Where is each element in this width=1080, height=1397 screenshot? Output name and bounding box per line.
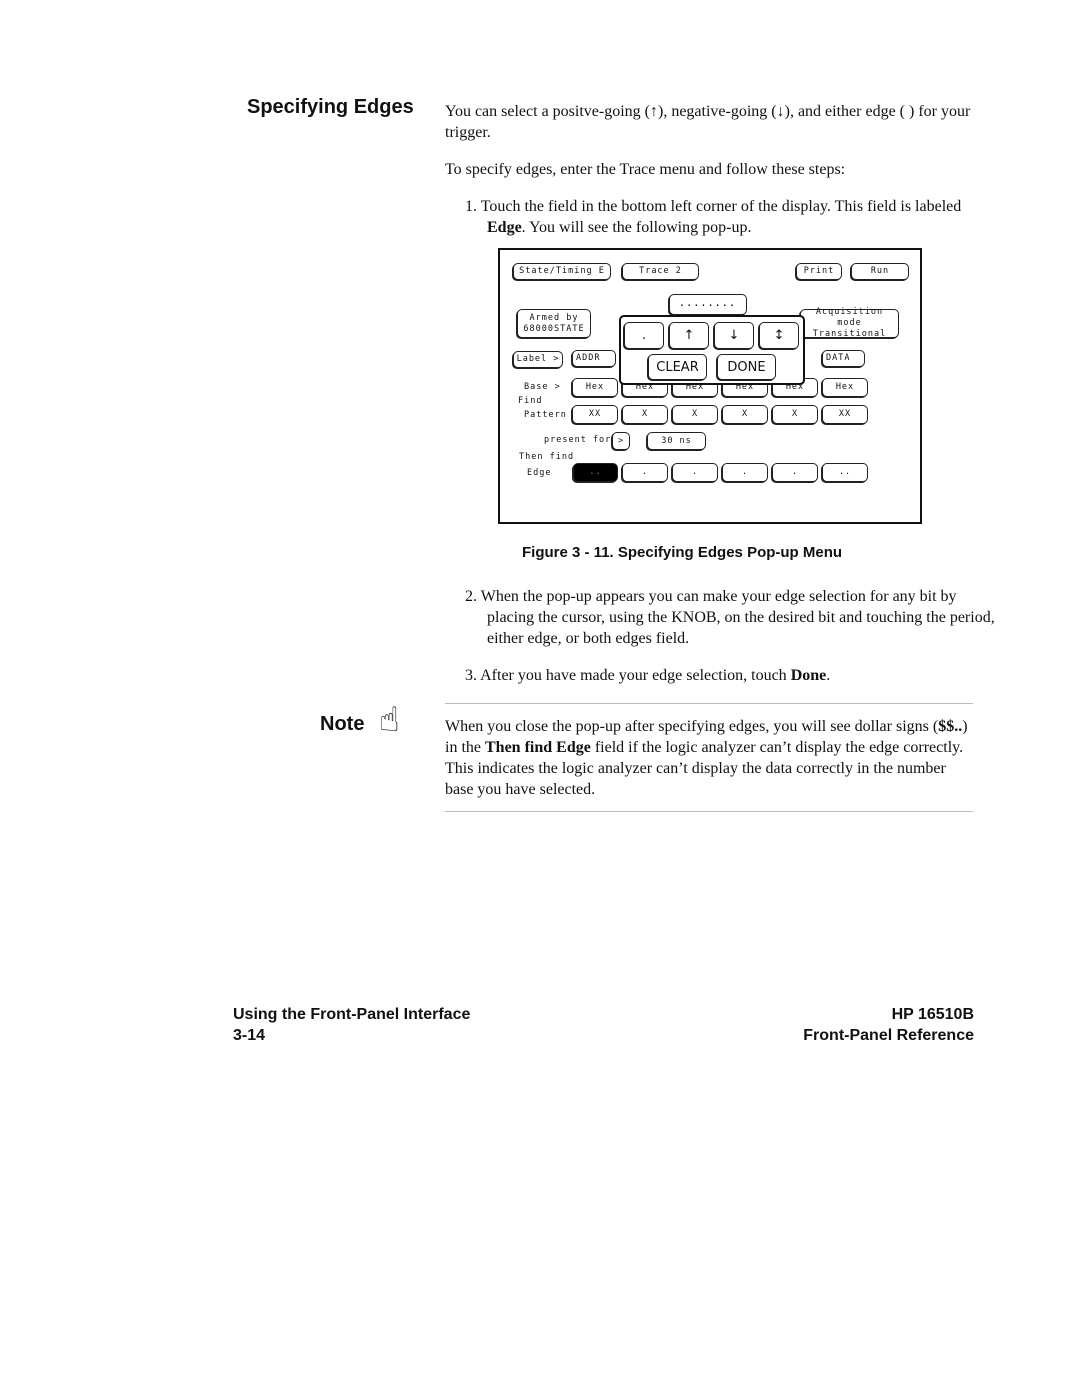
footer-product: HP 16510B — [891, 1006, 974, 1023]
pattern-field[interactable]: X — [622, 405, 668, 424]
clear-button[interactable]: CLEAR — [648, 354, 707, 380]
steps-intro: To specify edges, enter the Trace menu a… — [445, 161, 846, 178]
step-2: 2. When the pop-up appears you can make … — [465, 588, 995, 647]
document-page: Specifying Edges You can select a positv… — [0, 0, 1080, 1397]
pattern-field[interactable]: X — [672, 405, 718, 424]
note-label: Note — [320, 713, 365, 735]
intro-paragraph: You can select a positve-going (↑), nega… — [445, 103, 971, 141]
done-button[interactable]: DONE — [717, 354, 776, 380]
duration-field[interactable]: 30 ns — [647, 432, 706, 450]
edge-field-selected[interactable]: .. — [573, 463, 618, 482]
label-addr[interactable]: ADDR — [572, 350, 616, 367]
edge-bits-field[interactable]: ........ — [669, 294, 747, 315]
trace-button[interactable]: Trace 2 — [622, 263, 699, 280]
rising-edge-button[interactable]: ↑ — [669, 322, 709, 349]
state-timing-button[interactable]: State/Timing E — [513, 263, 611, 280]
present-for-label: present for — [544, 435, 612, 445]
pattern-field[interactable]: XX — [572, 405, 618, 424]
footer-chapter: Using the Front-Panel Interface — [233, 1006, 471, 1023]
print-button[interactable]: Print — [796, 263, 842, 280]
edge-field[interactable]: . — [722, 463, 768, 482]
divider — [445, 811, 973, 812]
note-text: When you close the pop-up after specifyi… — [445, 718, 968, 798]
present-operator-button[interactable]: > — [612, 432, 630, 450]
period-option-button[interactable]: . — [624, 322, 664, 349]
pointing-hand-icon: ☝ — [379, 700, 400, 740]
footer-manual: Front-Panel Reference — [803, 1027, 974, 1044]
either-edge-button[interactable]: ↕ — [759, 322, 799, 349]
run-button[interactable]: Run — [851, 263, 909, 280]
pattern-field[interactable]: XX — [822, 405, 868, 424]
label-button[interactable]: Label > — [513, 351, 563, 368]
falling-edge-button[interactable]: ↓ — [714, 322, 754, 349]
edge-label: Edge — [527, 468, 552, 478]
find-label: Find — [518, 396, 543, 406]
acquisition-mode-button[interactable]: Acquisition mode Transitional — [800, 307, 899, 339]
section-title: Specifying Edges — [247, 96, 414, 118]
pattern-field[interactable]: X — [772, 405, 818, 424]
armed-by-button[interactable]: Armed by 68000STATE — [517, 309, 591, 338]
page-number: 3-14 — [233, 1027, 266, 1044]
base-label[interactable]: Base > — [524, 382, 561, 392]
figure-caption: Figure 3 - 11. Specifying Edges Pop-up M… — [522, 544, 843, 561]
base-field[interactable]: Hex — [822, 378, 868, 397]
edge-field[interactable]: . — [772, 463, 818, 482]
pattern-field[interactable]: X — [722, 405, 768, 424]
figure-screen: State/Timing E Trace 2 Print Run .......… — [498, 248, 922, 524]
then-find-label: Then find — [519, 452, 575, 462]
base-field[interactable]: Hex — [572, 378, 618, 397]
edge-field[interactable]: . — [622, 463, 668, 482]
edge-field[interactable]: .. — [822, 463, 868, 482]
edge-popup: . ↑ ↓ ↕ CLEAR DONE — [619, 315, 805, 385]
label-data[interactable]: DATA — [822, 350, 865, 367]
divider — [445, 703, 973, 704]
step-1: 1. Touch the field in the bottom left co… — [465, 198, 962, 236]
edge-field[interactable]: . — [672, 463, 718, 482]
step-3: 3. After you have made your edge selecti… — [465, 667, 831, 684]
pattern-label: Pattern — [524, 410, 567, 420]
